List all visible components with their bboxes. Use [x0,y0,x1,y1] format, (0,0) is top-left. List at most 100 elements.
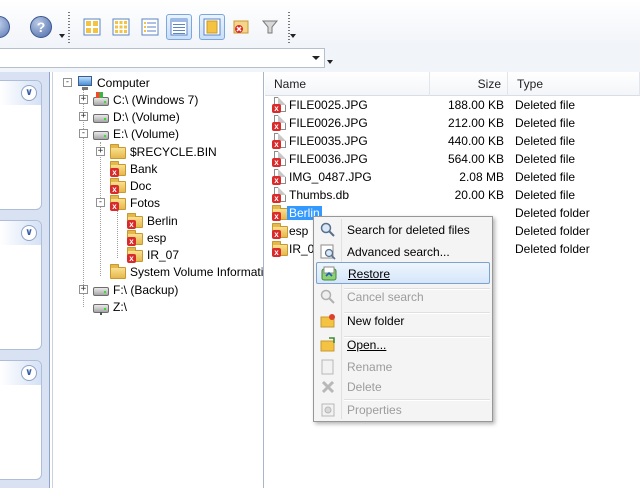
search-icon [320,222,335,237]
tree-node-drive-f[interactable]: + F:\ (Backup) [79,281,178,298]
list-view-button[interactable] [137,14,163,40]
menu-item-open[interactable]: Open... [316,334,490,356]
menu-item-label: Properties [347,403,402,417]
expand-icon[interactable]: + [79,95,88,104]
tree-node-system-volume-information[interactable]: System Volume Informatio [110,263,263,280]
menu-item-advanced-search[interactable]: Advanced search... [316,241,490,263]
menu-item-search-deleted[interactable]: Search for deleted files [316,219,490,241]
task-panel-header[interactable]: ∨ [0,81,41,105]
deleted-folder-icon: x [110,194,126,211]
chevron-down-icon[interactable] [312,56,320,60]
menu-item-label: New folder [347,314,405,328]
table-row[interactable]: x FILE0035.JPG 440.00 KB Deleted file [265,132,640,150]
menu-item-new-folder[interactable]: New folder [316,310,490,332]
menu-item-delete[interactable]: Delete [316,376,490,398]
table-row[interactable]: x IMG_0487.JPG 2.08 MB Deleted file [265,168,640,186]
table-row[interactable]: x Thumbs.db 20.00 KB Deleted file [265,186,640,204]
menu-item-cancel-search[interactable]: Cancel search [316,286,490,308]
file-type: Deleted file [515,170,576,184]
small-icons-view-button[interactable] [108,14,134,40]
deleted-folder-icon: x [110,160,126,177]
small-icons-view-icon [112,18,130,36]
file-size: 564.00 KB [447,152,504,166]
details-view-button[interactable] [166,14,192,40]
tree-node-ir07[interactable]: x IR_07 [127,246,179,263]
large-icons-view-icon [83,18,101,36]
tree-node-drive-z[interactable]: Z:\ [93,298,127,315]
table-row[interactable]: x FILE0025.JPG 188.00 KB Deleted file [265,96,640,114]
filter-button[interactable] [257,14,283,40]
deleted-folder-icon: x [272,205,288,221]
new-folder-icon [320,314,335,328]
file-name: esp [289,224,309,238]
table-row[interactable]: x FILE0026.JPG 212.00 KB Deleted file [265,114,640,132]
collapse-icon[interactable]: ∨ [21,365,37,381]
drive-icon [93,282,109,298]
menu-item-properties[interactable]: Properties [316,399,490,421]
file-size: 188.00 KB [447,98,504,112]
file-type: Deleted folder [515,242,590,256]
file-size: 212.00 KB [447,116,504,130]
file-type: Deleted file [515,134,576,148]
collapse-icon[interactable]: ∨ [21,225,37,241]
table-row[interactable]: x FILE0036.JPG 564.00 KB Deleted file [265,150,640,168]
tree-node-drive-d[interactable]: + D:\ (Volume) [79,108,180,125]
help-button[interactable]: ? [28,14,54,40]
tree-node-fotos[interactable]: - x Fotos [96,194,160,211]
collapse-icon[interactable]: - [96,198,105,207]
column-header-type[interactable]: Type [508,72,640,96]
file-size: 20.00 KB [454,188,504,202]
expand-icon[interactable]: + [96,147,105,156]
task-panel-header[interactable]: ∨ [0,361,41,385]
menu-item-restore[interactable]: Restore [316,262,490,284]
tree-node-drive-c[interactable]: + C:\ (Windows 7) [79,91,198,108]
list-view-icon [141,18,159,36]
menu-item-label: Rename [347,360,393,374]
expand-icon[interactable]: + [79,112,88,121]
menu-item-label: Restore [348,267,391,281]
tree-node-bank[interactable]: x Bank [110,160,157,177]
file-size: 2.08 MB [459,170,504,184]
deleted-file-icon: x [272,169,288,185]
task-pane: ∨ ∨ ∨ [0,72,50,488]
chevron-down-icon[interactable] [290,34,296,42]
tree-node-esp[interactable]: x esp [127,229,166,246]
menu-item-label: Open... [347,338,387,352]
task-panel-header[interactable]: ∨ [0,221,41,245]
column-header-name[interactable]: Name [265,72,430,96]
file-type: Deleted file [515,98,576,112]
chevron-down-icon[interactable] [327,60,333,68]
deleted-folder-icon: x [127,212,143,229]
tree-node-doc[interactable]: x Doc [110,177,151,194]
tree-node-computer[interactable]: - Computer [63,74,150,91]
tree-node-label: Doc [130,178,152,193]
preview-pane-icon [203,18,221,36]
deleted-folder-icon: x [110,177,126,194]
tree-node-berlin[interactable]: x Berlin [127,212,178,229]
chevron-down-icon[interactable] [59,34,65,42]
tree-node-drive-e[interactable]: - E:\ (Volume) [79,125,179,142]
deleted-files-button[interactable] [228,14,254,40]
delete-icon [321,380,335,394]
cancel-search-icon [320,289,335,304]
tree-line [117,210,118,258]
tree-node-recycle-bin[interactable]: + $RECYCLE.BIN [96,143,217,160]
open-icon [320,337,335,352]
collapse-icon[interactable]: - [63,78,72,87]
expand-icon[interactable]: + [79,285,88,294]
context-menu: Search for deleted files Advanced search… [313,216,493,422]
collapse-icon[interactable]: ∨ [21,85,37,101]
filter-icon [261,20,279,34]
toolbar-separator [66,12,73,44]
menu-item-rename[interactable]: Rename [316,356,490,378]
deleted-folder-icon: x [272,223,288,239]
folder-tree: - Computer + C:\ (Windows 7) + D:\ (Volu… [52,72,264,488]
file-type: Deleted file [515,188,576,202]
column-header-size[interactable]: Size [430,72,508,96]
collapse-icon[interactable]: - [79,129,88,138]
path-combobox[interactable] [0,48,325,68]
back-icon[interactable] [0,16,10,38]
large-icons-view-button[interactable] [79,14,105,40]
toolbar: ? [0,0,640,46]
preview-pane-button[interactable] [199,14,225,40]
